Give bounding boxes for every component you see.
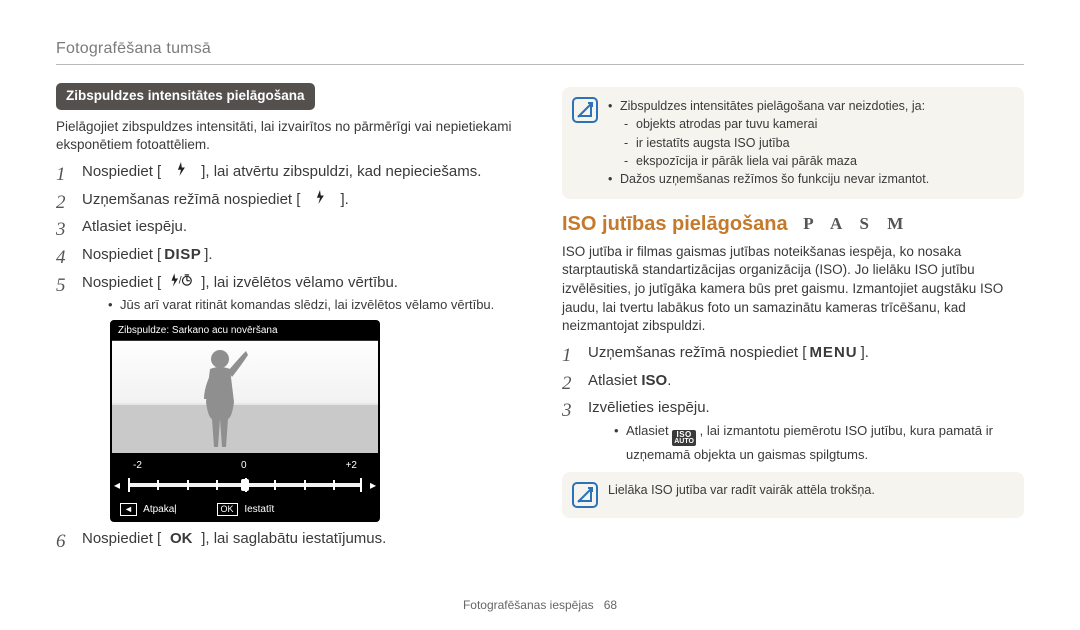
substep: Jūs arī varat ritināt komandas slēdzi, l… [108,296,518,314]
svg-text:/: / [179,275,182,286]
note-subline: ekspozīcija ir pārāk liela vai pārāk maz… [624,153,929,170]
slider-label: +2 [346,459,357,473]
step-1: Nospiediet [ ], lai atvērtu zibspuldzi, … [56,162,518,183]
camera-title: Zibspuldze: Sarkano acu novēršana [112,322,378,341]
text: Uzņemšanas režīmā nospiediet [ [82,191,300,208]
section-pill: Zibspuldzes intensitātes pielāgošana [56,83,315,110]
steps-list: Uzņemšanas režīmā nospiediet [MENU]. Atl… [562,343,1024,464]
note-line: Zibspuldzes intensitātes pielāgošana var… [608,98,929,170]
disp-key: DISP [161,245,204,266]
step-3: Atlasiet iespēju. [56,217,518,238]
auto-iso-icon: ISO AUTO [672,430,696,446]
text: Nospiediet [ [82,274,161,291]
arrow-left-icon: ◂ [114,477,120,494]
divider [56,64,1024,65]
text: Nospiediet [ [82,163,161,180]
text: ]. [861,344,869,361]
back-key-icon: ◄ [120,503,137,516]
note-icon [572,482,598,508]
page-header: Fotografēšana tumsā [56,40,1024,58]
text: ], lai atvērtu zibspuldzi, kad nepiecieš… [201,163,481,180]
camera-footer: ◄ Atpakaļ OK Iestatīt [112,500,378,520]
substeps: Jūs arī varat ritināt komandas slēdzi, l… [82,296,518,314]
footer-label: Fotografēšanas iespējas [463,598,594,612]
note-icon [572,97,598,123]
camera-preview: Zibspuldze: Sarkano acu novēršana [110,320,380,521]
note-line: Dažos uzņemšanas režīmos šo funkciju nev… [608,171,929,188]
text: Izvēlieties iespēju. [588,399,710,416]
person-silhouette [190,347,250,449]
text: ]. [204,246,212,263]
camera-slider: -2 0 +2 ◂ [112,453,378,500]
slider-label: -2 [133,459,142,473]
cam-back: ◄ Atpakaļ [120,503,177,517]
section-heading: ISO jutības pielāgošana P A S M [562,211,1024,239]
section-intro: Pielāgojiet zibspuldzes intensitāti, lai… [56,118,518,155]
mode-indicator: P A S M [803,214,910,233]
steps-list: Nospiediet [ ], lai atvērtu zibspuldzi, … [56,162,518,549]
text: Uzņemšanas režīmā nospiediet [ [588,344,806,361]
text: Iestatīt [244,504,274,515]
step-5: Nospiediet [ / ], lai izvēlētos vēlamo v… [56,273,518,522]
text: ]. [340,191,348,208]
page: Fotografēšana tumsā Zibspuldzes intensit… [0,0,1080,630]
text: Atpakaļ [143,504,176,515]
section-intro: ISO jutība ir filmas gaismas jutības not… [562,243,1024,336]
step-2: Atlasiet ISO. [562,371,1024,392]
text: Nospiediet [ [82,246,161,263]
page-footer: Fotografēšanas iespējas 68 [56,598,1024,612]
text: Atlasiet [626,423,672,438]
substeps: Atlasiet ISO AUTO , lai izmantotu piemēr… [588,422,1024,464]
note-subline: objekts atrodas par tuvu kamerai [624,116,929,133]
flash-icon [161,162,201,183]
step-1: Uzņemšanas režīmā nospiediet [MENU]. [562,343,1024,364]
substep: Atlasiet ISO AUTO , lai izmantotu piemēr… [614,422,1024,464]
step-6: Nospiediet [OK], lai saglabātu iestatīju… [56,529,518,550]
note-box: Lielāka ISO jutība var radīt vairāk attē… [562,472,1024,518]
step-2: Uzņemšanas režīmā nospiediet [ ]. [56,190,518,211]
text: Nospiediet [ [82,530,161,547]
text: ], lai saglabātu iestatījumus. [201,530,386,547]
text: ], lai izvēlētos vēlamo vērtību. [201,274,398,291]
ok-key-icon: OK [217,503,238,516]
right-column: Zibspuldzes intensitātes pielāgošana var… [562,79,1024,592]
step-4: Nospiediet [DISP]. [56,245,518,266]
columns: Zibspuldzes intensitātes pielāgošana Pie… [56,79,1024,592]
note-box: Zibspuldzes intensitātes pielāgošana var… [562,87,1024,199]
note-line: Lielāka ISO jutība var radīt vairāk attē… [608,482,875,508]
step-3: Izvēlieties iespēju. Atlasiet ISO AUTO ,… [562,398,1024,464]
camera-scene [112,341,378,453]
ok-key: OK [161,529,201,550]
text: Atlasiet [588,372,641,389]
arrow-right-icon: ▸ [370,477,376,494]
flash-timer-icon: / [161,273,201,294]
flash-icon [300,190,340,211]
menu-key: MENU [806,343,860,364]
footer-page: 68 [604,598,617,612]
slider-label: 0 [241,459,247,473]
cam-set: OK Iestatīt [217,503,275,517]
text: . [667,372,671,389]
text-bold: ISO [641,372,667,389]
note-subline: ir iestatīts augsta ISO jutība [624,135,929,152]
left-column: Zibspuldzes intensitātes pielāgošana Pie… [56,79,518,592]
